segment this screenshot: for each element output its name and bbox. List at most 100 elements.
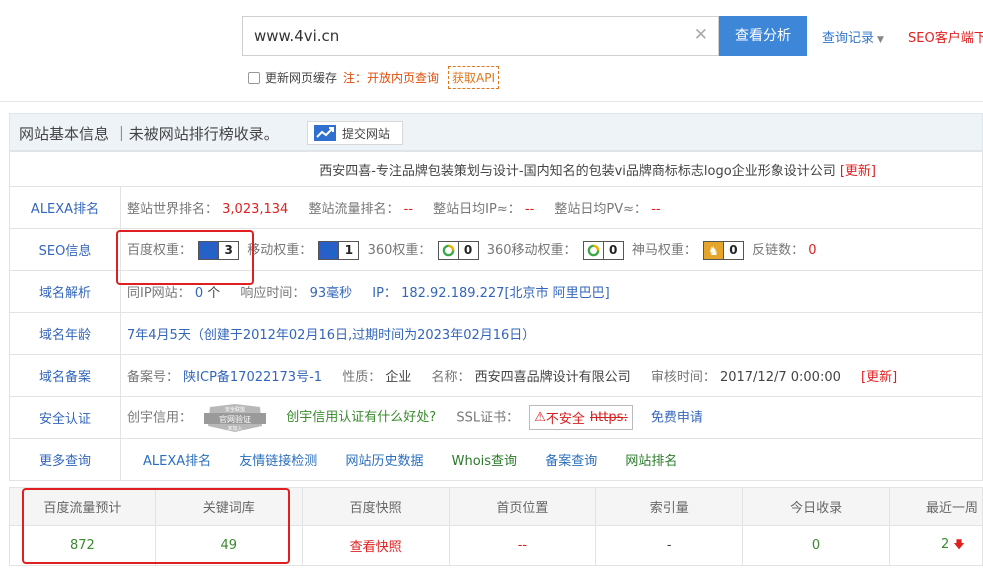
shenma-weight-value: 0: [722, 242, 743, 259]
header-baidu-snapshot: 百度快照: [301, 487, 450, 526]
credit-label: 创宇信用：: [127, 410, 193, 425]
baidu-paw-icon: 🐾: [319, 242, 339, 259]
icp-no-value[interactable]: 陕ICP备17022173号-1: [183, 370, 322, 385]
traffic-rank-label: 整站流量排名：: [308, 202, 400, 217]
warning-icon: ⚠: [534, 410, 546, 425]
query-history-dropdown[interactable]: 查询记录 ▼: [822, 27, 884, 46]
mobile-weight-value: 1: [338, 242, 359, 259]
badge-top-text: 安全联盟: [225, 406, 245, 413]
inner-page-note: 注：开放内页查询: [343, 71, 440, 85]
down-arrow-icon: 🡇: [953, 538, 965, 551]
more-link-history[interactable]: 网站历史数据: [345, 454, 423, 469]
panel-header: 网站基本信息 ｜未被网站排行榜收录。 提交网站: [9, 113, 983, 151]
seo-client-link[interactable]: SEO客户端下: [908, 27, 983, 46]
close-icon[interactable]: ✕: [694, 25, 708, 45]
s360m-weight-label: 360移动权重：: [486, 243, 577, 258]
submit-site-label: 提交网站: [342, 126, 391, 141]
traffic-rank-value: --: [403, 202, 414, 217]
domain-age-value: 7年4月5天（创建于2012年02月16日,过期时间为2023年02月16日）: [127, 328, 536, 343]
baidu-traffic-value[interactable]: 872: [9, 525, 156, 566]
badge-sub-text: 未加入: [228, 425, 243, 432]
free-apply-link[interactable]: 免费申请: [651, 410, 703, 425]
search-value: www.4vi.cn: [254, 27, 340, 45]
more-label: 更多查询: [9, 438, 121, 481]
response-label: 响应时间：: [240, 286, 306, 301]
response-value: 93毫秒: [309, 286, 353, 301]
update-cache-label: 更新网页缓存: [265, 71, 338, 85]
icp-update-link[interactable]: [更新]: [861, 370, 897, 385]
credit-benefit-link[interactable]: 创宇信用认证有什么好处?: [286, 410, 436, 425]
site-title-cell: 西安四喜-专注品牌包装策划与设计-国内知名的包装vi品牌商标标志logo企业形象…: [9, 151, 983, 187]
ip-value[interactable]: 182.92.189.227[北京市 阿里巴巴]: [401, 286, 610, 301]
get-api-button[interactable]: 获取API: [448, 66, 500, 89]
panel-title: 网站基本信息 ｜未被网站排行榜收录。: [19, 125, 279, 143]
mobile-weight-badge[interactable]: 🐾 1: [318, 241, 360, 260]
icp-type-label: 性质：: [342, 370, 382, 385]
shenma-weight-badge[interactable]: ♞ 0: [702, 241, 744, 260]
stats-table: 百度流量预计 关键词库 百度快照 首页位置 索引量 今日收录 最近一周 872 …: [9, 487, 983, 566]
verification-seal-icon[interactable]: 安全联盟 官网验证 未加入: [200, 402, 270, 434]
backlinks-value[interactable]: 0: [808, 243, 816, 258]
s360-weight-badge[interactable]: 0: [437, 241, 479, 260]
same-ip-label: 同IP网站：: [127, 286, 191, 301]
icp-time-label: 审核时间：: [650, 370, 716, 385]
keywords-value[interactable]: 49: [154, 525, 303, 566]
icp-name-label: 名称：: [431, 370, 471, 385]
update-cache-checkbox[interactable]: [248, 71, 260, 84]
more-link-site-rank[interactable]: 网站排名: [625, 454, 677, 469]
360-logo-icon: [583, 242, 603, 259]
daily-ip-label: 整站日均IP≈：: [433, 202, 521, 217]
history-label: 查询记录: [822, 31, 875, 46]
daily-pv-value: --: [651, 202, 661, 217]
more-link-friend-links[interactable]: 友情链接检测: [239, 454, 317, 469]
site-info-table: 西安四喜-专注品牌包装策划与设计-国内知名的包装vi品牌商标标志logo企业形象…: [9, 151, 983, 481]
badge-main-text: 官网验证: [219, 414, 251, 424]
backlinks-label: 反链数：: [752, 243, 805, 258]
site-title: 西安四喜-专注品牌包装策划与设计-国内知名的包装vi品牌商标标志logo企业形象…: [319, 163, 836, 179]
age-label: 域名年龄: [9, 312, 121, 355]
header-last-week: 最近一周: [888, 487, 983, 526]
header-last-week-text: 最近一周: [925, 501, 978, 516]
unsafe-label: 不安全: [545, 412, 585, 427]
more-link-alexa[interactable]: ALEXA排名: [143, 454, 211, 469]
alexa-label: ALEXA排名: [9, 186, 121, 229]
header-today-indexed: 今日收录: [742, 487, 890, 526]
index-count-value: -: [595, 525, 744, 566]
https-label: https:: [589, 410, 628, 425]
ssl-status-badge[interactable]: ⚠ 不安全 https:: [529, 405, 633, 430]
daily-ip-value: --: [524, 202, 535, 217]
site-update-link[interactable]: [更新]: [840, 164, 876, 179]
shenma-horse-icon: ♞: [703, 242, 723, 259]
same-ip-unit: 个: [207, 286, 221, 301]
baidu-weight-label: 百度权重：: [127, 243, 193, 258]
icp-type-value: 企业: [385, 370, 412, 385]
header-baidu-traffic: 百度流量预计: [9, 487, 156, 526]
last-week-cell: 2 🡇: [888, 525, 983, 566]
daily-pv-label: 整站日均PV≈：: [554, 202, 648, 217]
more-link-whois[interactable]: Whois查询: [452, 454, 517, 469]
more-link-icp[interactable]: 备案查询: [545, 454, 597, 469]
s360m-weight-value: 0: [602, 242, 623, 259]
same-ip-value[interactable]: 0: [195, 286, 203, 301]
homepage-position-value: --: [448, 525, 597, 566]
analyze-button[interactable]: 查看分析: [719, 16, 807, 56]
search-input[interactable]: www.4vi.cn ✕: [242, 16, 719, 56]
baidu-weight-value: 3: [218, 242, 239, 259]
header-keywords: 关键词库: [154, 487, 303, 526]
submit-site-button[interactable]: 提交网站: [307, 121, 403, 145]
360-logo-icon: [438, 242, 458, 259]
s360-weight-value: 0: [457, 242, 478, 259]
world-rank-label: 整站世界排名：: [127, 202, 219, 217]
baidu-weight-badge[interactable]: 🐾 3: [198, 241, 240, 260]
seo-label: SEO信息: [9, 228, 121, 271]
s360-weight-label: 360权重：: [367, 243, 432, 258]
s360m-weight-badge[interactable]: 0: [582, 241, 624, 260]
ssl-label: SSL证书：: [456, 410, 520, 425]
today-indexed-value: 0: [742, 525, 890, 566]
view-snapshot-link[interactable]: 查看快照: [301, 525, 450, 566]
dns-label: 域名解析: [9, 270, 121, 313]
chart-icon: [314, 125, 336, 141]
shenma-weight-label: 神马权重：: [631, 243, 697, 258]
header-index-count: 索引量: [595, 487, 744, 526]
icp-no-label: 备案号：: [127, 370, 180, 385]
